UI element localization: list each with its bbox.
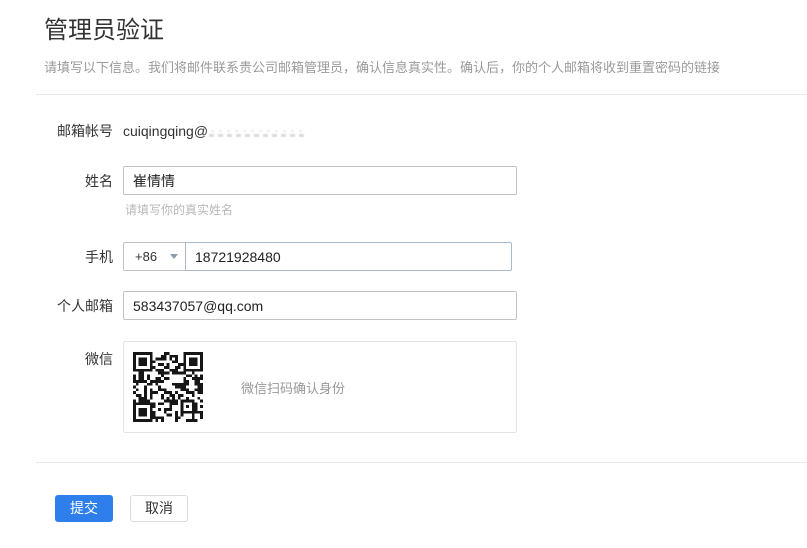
wechat-verify-box: 微信扫码确认身份: [123, 341, 517, 433]
form-actions: 提交 取消: [55, 495, 807, 522]
wechat-row: 微信 微信扫码确认身份: [0, 341, 807, 433]
chevron-down-icon: [170, 254, 178, 259]
email-account-prefix: cuiqingqing@: [123, 123, 208, 139]
phone-label: 手机: [0, 247, 123, 267]
page-subtitle: 请填写以下信息。我们将邮件联系贵公司邮箱管理员，确认信息真实性。确认后，你的个人…: [44, 59, 807, 76]
name-hint: 请填写你的真实姓名: [125, 201, 807, 218]
country-code-select[interactable]: +86: [123, 242, 186, 271]
redacted-domain-smudge: [209, 125, 305, 138]
wechat-label: 微信: [0, 341, 123, 369]
footer-divider: [36, 462, 807, 463]
phone-row: 手机 +86: [0, 242, 807, 271]
wechat-qr-code[interactable]: [133, 352, 203, 422]
phone-input[interactable]: [185, 242, 512, 271]
admin-verification-page: 管理员验证 请填写以下信息。我们将邮件联系贵公司邮箱管理员，确认信息真实性。确认…: [0, 0, 807, 548]
cancel-button[interactable]: 取消: [130, 495, 188, 522]
page-title: 管理员验证: [0, 0, 807, 46]
personal-email-input[interactable]: [123, 291, 517, 320]
email-account-label: 邮箱帐号: [0, 121, 123, 141]
phone-group: +86: [123, 242, 512, 271]
header-divider: [36, 94, 807, 95]
submit-button[interactable]: 提交: [55, 495, 113, 522]
wechat-qr-caption: 微信扫码确认身份: [241, 378, 345, 397]
name-input[interactable]: [123, 166, 517, 195]
country-code-value: +86: [135, 249, 157, 264]
name-label: 姓名: [0, 171, 123, 191]
name-row: 姓名: [0, 166, 807, 195]
personal-email-label: 个人邮箱: [0, 296, 123, 316]
personal-email-row: 个人邮箱: [0, 291, 807, 320]
email-account-row: 邮箱帐号 cuiqingqing@: [0, 121, 807, 141]
email-account-value: cuiqingqing@: [123, 123, 305, 139]
